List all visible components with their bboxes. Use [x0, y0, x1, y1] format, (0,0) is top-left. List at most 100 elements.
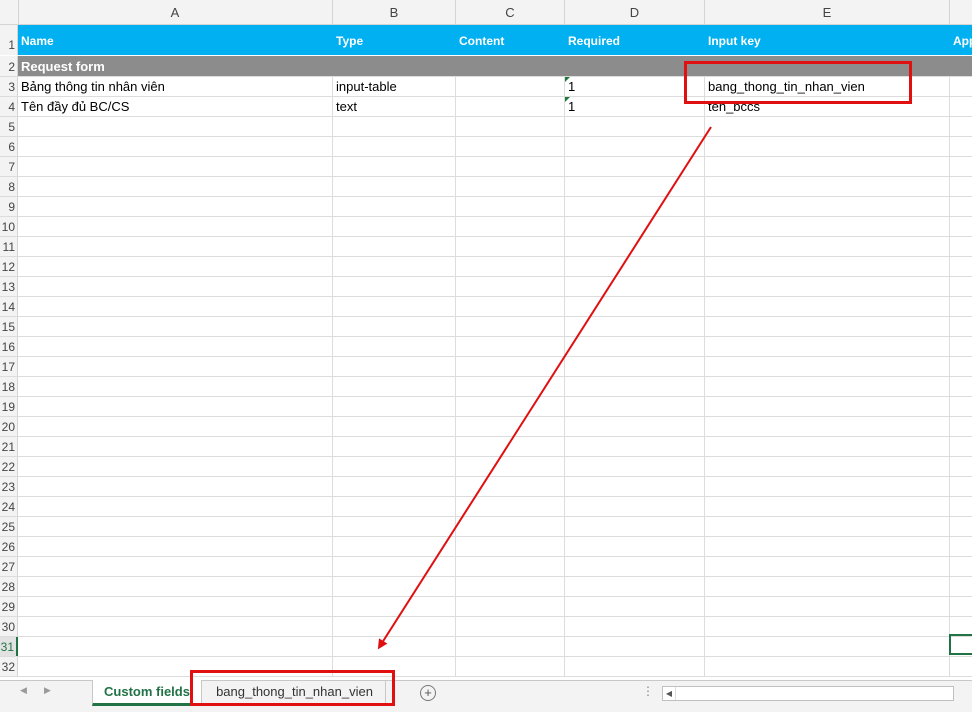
cell[interactable]: [18, 497, 333, 516]
cell[interactable]: [333, 137, 456, 156]
cell[interactable]: [456, 137, 565, 156]
row-number[interactable]: 29: [0, 597, 18, 616]
row-number[interactable]: 7: [0, 157, 18, 176]
prev-sheet-arrow-icon[interactable]: ◀: [20, 685, 27, 696]
cell[interactable]: [565, 297, 705, 316]
cell[interactable]: [565, 637, 705, 656]
row-number[interactable]: 20: [0, 417, 18, 436]
cell[interactable]: [565, 277, 705, 296]
cell[interactable]: [565, 557, 705, 576]
row-number[interactable]: 9: [0, 197, 18, 216]
cell[interactable]: [705, 617, 950, 636]
cell[interactable]: [705, 297, 950, 316]
cell[interactable]: [705, 417, 950, 436]
row-number-active[interactable]: 31: [0, 637, 18, 656]
cell-content[interactable]: [456, 97, 565, 116]
row-number[interactable]: 32: [0, 657, 18, 676]
header-cell-input-key[interactable]: Input key: [705, 25, 950, 55]
cell[interactable]: [333, 417, 456, 436]
cell[interactable]: [705, 597, 950, 616]
row-number[interactable]: 6: [0, 137, 18, 156]
cell[interactable]: [333, 557, 456, 576]
cell[interactable]: [18, 637, 333, 656]
cell[interactable]: [18, 457, 333, 476]
cell[interactable]: [456, 477, 565, 496]
row-number[interactable]: 4: [0, 97, 18, 116]
cell[interactable]: [705, 437, 950, 456]
cell[interactable]: [705, 137, 950, 156]
column-header-e[interactable]: E: [705, 0, 950, 24]
cell[interactable]: [456, 597, 565, 616]
row-number[interactable]: 10: [0, 217, 18, 236]
cell-name[interactable]: Bảng thông tin nhân viên: [18, 77, 333, 96]
cell[interactable]: [456, 657, 565, 676]
cell[interactable]: [18, 197, 333, 216]
cell[interactable]: [18, 417, 333, 436]
cell[interactable]: [333, 537, 456, 556]
cell[interactable]: [705, 557, 950, 576]
cell[interactable]: [18, 597, 333, 616]
column-header-d[interactable]: D: [565, 0, 705, 24]
cell[interactable]: [333, 637, 456, 656]
next-sheet-arrow-icon[interactable]: ▶: [44, 685, 51, 696]
cell[interactable]: [456, 117, 565, 136]
cell[interactable]: [705, 457, 950, 476]
row-number[interactable]: 17: [0, 357, 18, 376]
cell[interactable]: [333, 277, 456, 296]
cell[interactable]: [705, 157, 950, 176]
cell[interactable]: [18, 117, 333, 136]
tab-split-handle-icon[interactable]: ⋮: [642, 684, 654, 698]
cell[interactable]: [333, 317, 456, 336]
row-number[interactable]: 28: [0, 577, 18, 596]
cell[interactable]: [18, 537, 333, 556]
cell[interactable]: [456, 437, 565, 456]
cell[interactable]: [565, 457, 705, 476]
column-header-c[interactable]: C: [456, 0, 565, 24]
row-number[interactable]: 22: [0, 457, 18, 476]
row-number[interactable]: 12: [0, 257, 18, 276]
row-number[interactable]: 23: [0, 477, 18, 496]
row-number[interactable]: 25: [0, 517, 18, 536]
header-cell-required[interactable]: Required: [565, 25, 705, 55]
active-cell-selection[interactable]: [949, 634, 972, 655]
cell[interactable]: [456, 337, 565, 356]
cell[interactable]: [456, 557, 565, 576]
cell-extra[interactable]: [950, 77, 972, 96]
cell[interactable]: [18, 557, 333, 576]
cell[interactable]: [333, 477, 456, 496]
cell[interactable]: [705, 497, 950, 516]
cell-name[interactable]: Tên đầy đủ BC/CS: [18, 97, 333, 116]
cell[interactable]: [333, 437, 456, 456]
header-cell-content[interactable]: Content: [456, 25, 565, 55]
cell[interactable]: [18, 377, 333, 396]
row-number[interactable]: 27: [0, 557, 18, 576]
cell-content[interactable]: [456, 77, 565, 96]
row-number[interactable]: 15: [0, 317, 18, 336]
row-number[interactable]: 11: [0, 237, 18, 256]
header-cell-name[interactable]: Name: [18, 25, 333, 55]
cell[interactable]: [333, 617, 456, 636]
cell[interactable]: [456, 537, 565, 556]
cell-type[interactable]: text: [333, 97, 456, 116]
cell[interactable]: [333, 177, 456, 196]
cell[interactable]: [456, 157, 565, 176]
cell[interactable]: [456, 357, 565, 376]
cell[interactable]: [333, 577, 456, 596]
cell[interactable]: [565, 117, 705, 136]
cell[interactable]: [456, 237, 565, 256]
row-number[interactable]: 30: [0, 617, 18, 636]
cell[interactable]: [18, 137, 333, 156]
cell[interactable]: [18, 477, 333, 496]
cell[interactable]: [333, 457, 456, 476]
cell[interactable]: [333, 117, 456, 136]
cell[interactable]: [456, 277, 565, 296]
cell[interactable]: [705, 337, 950, 356]
cell[interactable]: [705, 517, 950, 536]
cell[interactable]: [565, 577, 705, 596]
cell[interactable]: [565, 377, 705, 396]
cell[interactable]: [456, 397, 565, 416]
cell[interactable]: [456, 417, 565, 436]
cell[interactable]: [456, 217, 565, 236]
cell[interactable]: [333, 357, 456, 376]
row-number[interactable]: 2: [0, 56, 18, 76]
